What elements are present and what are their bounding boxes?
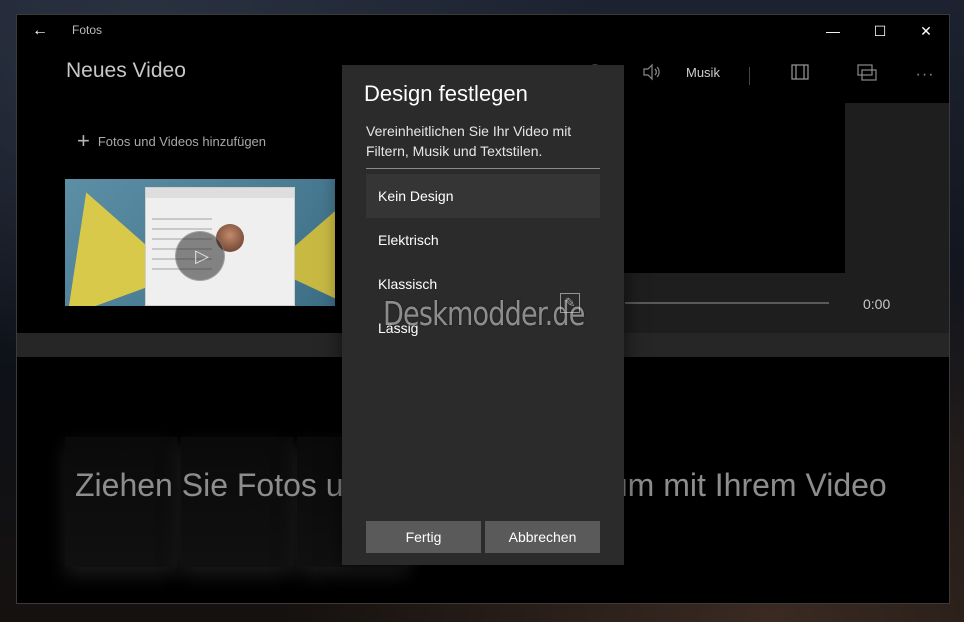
playback-time: 0:00 xyxy=(863,296,891,312)
project-library: + Fotos und Videos hinzufügen ▷ xyxy=(17,103,343,333)
back-button[interactable]: ← xyxy=(29,21,51,41)
watermark: Deskmodder.de xyxy=(383,294,585,333)
play-icon[interactable]: ▷ xyxy=(175,231,225,281)
dialog-description: Vereinheitlichen Sie Ihr Video mit Filte… xyxy=(366,123,572,159)
plus-icon: + xyxy=(77,128,90,153)
minimize-button[interactable]: — xyxy=(810,15,856,47)
cancel-button[interactable]: Abbrechen xyxy=(485,521,600,553)
more-icon[interactable]: ··· xyxy=(913,63,937,87)
speaker-icon[interactable] xyxy=(641,63,665,87)
dialog-buttons: Fertig Abbrechen xyxy=(366,521,600,553)
add-media-button[interactable]: + Fotos und Videos hinzufügen xyxy=(77,128,267,153)
export-icon[interactable] xyxy=(855,63,879,87)
music-button[interactable]: Musik xyxy=(686,65,720,80)
theme-item-elektrisch[interactable]: Elektrisch xyxy=(366,218,600,262)
minimize-icon: — xyxy=(826,23,840,39)
aspect-ratio-icon[interactable] xyxy=(788,63,812,87)
close-button[interactable]: ✕ xyxy=(903,15,949,47)
maximize-button[interactable]: ☐ xyxy=(857,15,903,47)
dialog-title: Design festlegen xyxy=(364,81,528,106)
arrow-left-icon: ← xyxy=(32,22,48,39)
seek-slider[interactable] xyxy=(625,302,829,304)
title-bar: ← Fotos — ☐ ✕ xyxy=(17,15,949,47)
theme-item-kein-design[interactable]: Kein Design xyxy=(366,174,600,218)
project-title[interactable]: Neues Video xyxy=(66,59,186,83)
video-thumbnail[interactable]: ▷ xyxy=(65,179,335,306)
dialog-divider xyxy=(366,168,600,169)
maximize-icon: ☐ xyxy=(873,22,887,39)
watermark-pen-icon: ✎ xyxy=(560,293,580,313)
toolbar-divider xyxy=(749,67,750,85)
app-title: Fotos xyxy=(72,23,103,37)
done-button[interactable]: Fertig xyxy=(366,521,481,553)
add-media-label: Fotos und Videos hinzufügen xyxy=(97,133,267,149)
close-icon: ✕ xyxy=(920,22,932,39)
thumbnail-titlebar xyxy=(146,188,294,198)
video-preview[interactable] xyxy=(621,103,845,273)
